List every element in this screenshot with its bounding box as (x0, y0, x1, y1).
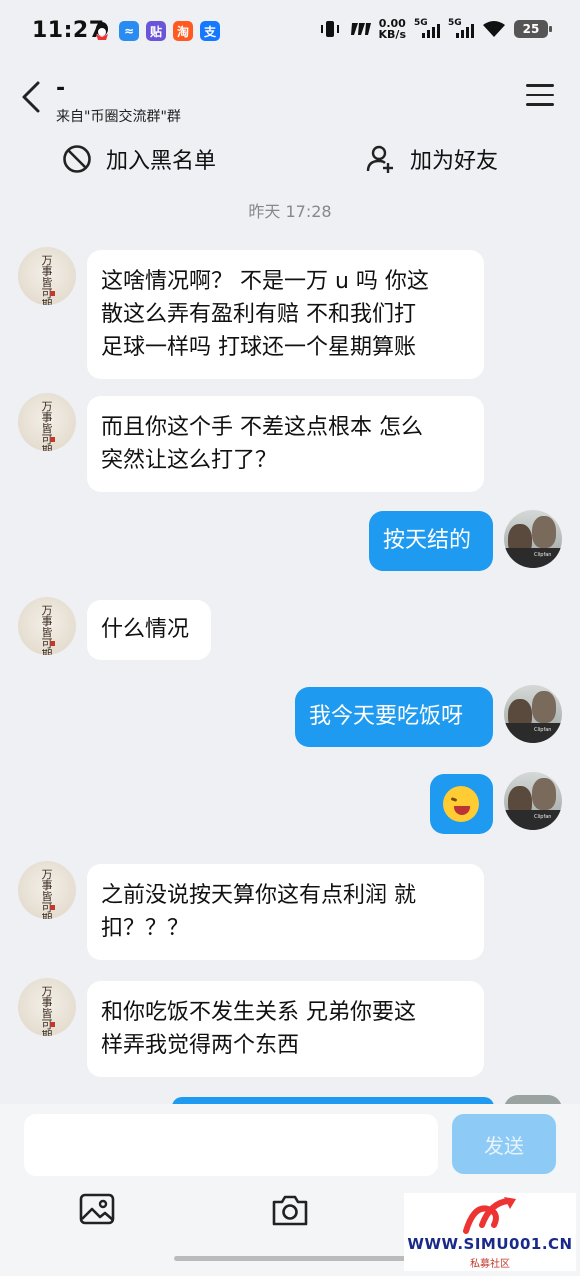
add-friend-icon (366, 145, 393, 173)
avatar-calligraphy: 万事皆可期 (41, 604, 53, 655)
qq-icon (92, 21, 112, 41)
avatar-calligraphy: 万事皆可期 (41, 868, 53, 919)
taobao-icon: 淘 (173, 21, 193, 41)
chat-header: - 来自"币圈交流群"群 (0, 62, 580, 128)
network-speed: 0.00 KB/s (379, 18, 406, 40)
alipay-icon: 支 (200, 21, 220, 41)
chat-subtitle: 来自"币圈交流群"群 (56, 109, 181, 125)
add-friend-button[interactable]: 加为好友 (366, 130, 498, 188)
message-bubble[interactable]: 而且你这个手 不差这点根本 怎么 突然让这么打了？ (87, 396, 484, 492)
avatar-calligraphy: 万事皆可期 (41, 985, 53, 1036)
message-bubble-own[interactable]: 按天结的 (369, 511, 493, 571)
menu-icon[interactable] (526, 84, 554, 106)
back-arrow-icon[interactable] (18, 80, 46, 114)
sender-avatar[interactable]: 万事皆可期 (18, 393, 76, 451)
battery-icon: 25 (514, 20, 552, 38)
message-input[interactable] (24, 1114, 438, 1176)
my-avatar[interactable]: Clipfan (504, 685, 562, 743)
status-bar: 11:27 ≈ 贴 淘 支 0.00 KB/s 5G 5G 25 (0, 0, 580, 62)
sim2-signal-icon: 5G (448, 18, 474, 40)
sender-avatar[interactable]: 万事皆可期 (18, 247, 76, 305)
watermark: WWW.SIMU001.CN 私募社区 (404, 1193, 576, 1271)
system-icons: 0.00 KB/s 5G 5G 25 (319, 18, 552, 40)
message-line: 这啥情况啊？ 不是一万 u 吗 你这 (101, 269, 429, 294)
avatar-calligraphy: 万事皆可期 (41, 254, 53, 305)
sim1-signal-icon: 5G (414, 18, 440, 40)
message-line: 按天结的 (383, 528, 472, 553)
message-line: 我今天要吃饭呀 (309, 704, 464, 729)
avatar-calligraphy: 万事皆可期 (41, 400, 53, 451)
message-line: 扣？？？ (101, 916, 190, 941)
add-friend-label: 加为好友 (410, 149, 499, 174)
watermark-logo-icon (463, 1197, 516, 1234)
send-button[interactable]: 发送 (452, 1114, 556, 1174)
message-line: 什么情况 (101, 617, 190, 642)
avatar-caption: Clipfan (534, 727, 552, 733)
hd-voice-icon (350, 23, 371, 35)
sender-avatar[interactable]: 万事皆可期 (18, 978, 76, 1036)
fluid-app-icon: ≈ (119, 21, 139, 41)
avatar-caption: Clipfan (534, 814, 552, 820)
message-line: 突然让这么打了？ (101, 448, 278, 473)
net-speed-unit: KB/s (378, 28, 406, 41)
message-bubble[interactable]: 什么情况 (87, 600, 211, 660)
message-bubble[interactable]: 这啥情况啊？ 不是一万 u 吗 你这 散这么弄有盈利有赔 不和我们打 足球一样吗… (87, 250, 484, 379)
message-line: 足球一样吗 打球还一个星期算账 (101, 335, 416, 360)
wifi-icon (483, 21, 505, 37)
watermark-subtitle: 私募社区 (470, 1259, 510, 1270)
sender-avatar[interactable]: 万事皆可期 (18, 861, 76, 919)
block-icon (63, 145, 91, 173)
message-bubble[interactable]: 和你吃饭不发生关系 兄弟你要这 样弄我觉得两个东西 (87, 981, 484, 1077)
message-timestamp: 昨天 17:28 (248, 202, 332, 221)
my-avatar[interactable]: Clipfan (504, 510, 562, 568)
message-bubble-own[interactable] (430, 774, 493, 834)
message-bubble[interactable]: 之前没说按天算你这有点利润 就 扣？？？ (87, 864, 484, 960)
image-icon[interactable] (78, 1192, 118, 1228)
laughing-emoji-icon (443, 786, 479, 822)
message-line: 和你吃饭不发生关系 兄弟你要这 (101, 1000, 416, 1025)
chat-title: - (56, 76, 66, 101)
block-button[interactable]: 加入黑名单 (62, 130, 216, 188)
my-avatar[interactable]: Clipfan (504, 772, 562, 830)
sender-avatar[interactable]: 万事皆可期 (18, 597, 76, 655)
message-line: 散这么弄有盈利有赔 不和我们打 (101, 302, 416, 327)
message-line: 而且你这个手 不差这点根本 怎么 (101, 415, 423, 440)
message-line: 之前没说按天算你这有点利润 就 (101, 883, 416, 908)
notification-icons: ≈ 贴 淘 支 (92, 21, 220, 41)
block-label: 加入黑名单 (106, 149, 217, 174)
message-bubble-own[interactable]: 我今天要吃饭呀 (295, 687, 493, 747)
watermark-url: WWW.SIMU001.CN (407, 1235, 573, 1253)
vibrate-icon (320, 21, 339, 37)
tieba-icon: 贴 (146, 21, 166, 41)
message-line: 样弄我觉得两个东西 (101, 1033, 300, 1058)
camera-icon[interactable] (270, 1192, 310, 1228)
home-indicator[interactable] (174, 1256, 406, 1261)
contact-actions: 加入黑名单 加为好友 (0, 130, 580, 188)
avatar-caption: Clipfan (534, 552, 552, 558)
